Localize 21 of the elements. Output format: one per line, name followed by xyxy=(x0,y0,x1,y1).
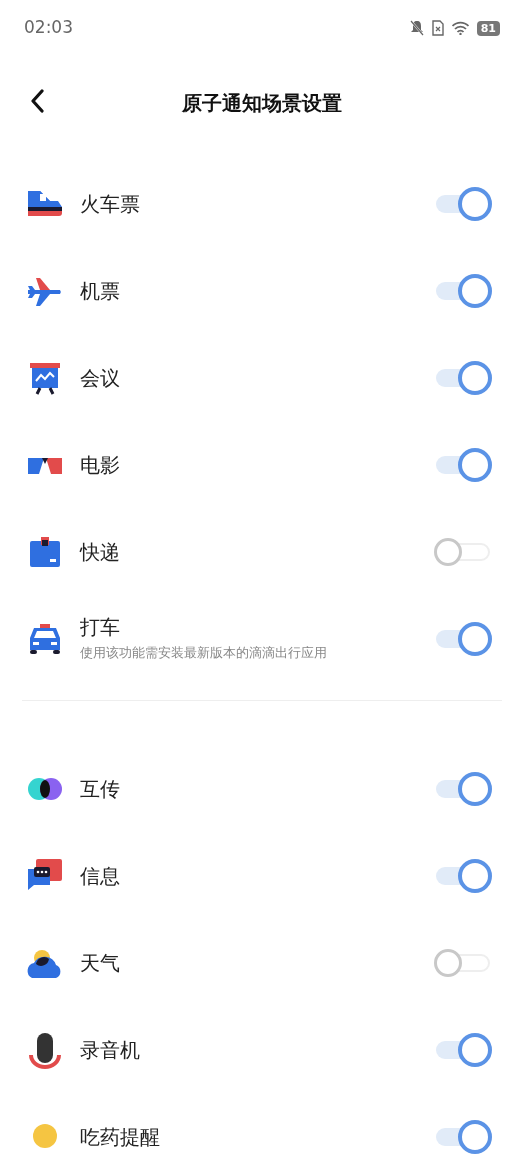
microphone-icon xyxy=(26,1030,64,1069)
setting-label: 机票 xyxy=(80,278,121,303)
mute-icon xyxy=(409,20,424,36)
setting-label: 天气 xyxy=(80,950,121,975)
setting-label: 火车票 xyxy=(80,191,141,216)
setting-label: 信息 xyxy=(80,863,121,888)
back-icon xyxy=(30,88,44,113)
back-button[interactable] xyxy=(30,88,44,113)
setting-description: 使用该功能需安装最新版本的滴滴出行应用 xyxy=(80,643,328,662)
setting-label: 会议 xyxy=(80,365,121,390)
setting-label: 打车 xyxy=(80,614,121,639)
setting-label: 互传 xyxy=(80,776,121,801)
setting-label: 快递 xyxy=(80,539,121,564)
setting-label: 吃药提醒 xyxy=(80,1124,161,1149)
wifi-icon xyxy=(451,21,469,35)
setting-label: 电影 xyxy=(80,452,121,477)
status-time: 02:03 xyxy=(24,16,73,40)
sim-icon xyxy=(431,20,444,36)
battery-level: 81 xyxy=(476,20,500,36)
page-title: 原子通知场景设置 xyxy=(182,90,342,117)
setting-label: 录音机 xyxy=(80,1037,141,1062)
